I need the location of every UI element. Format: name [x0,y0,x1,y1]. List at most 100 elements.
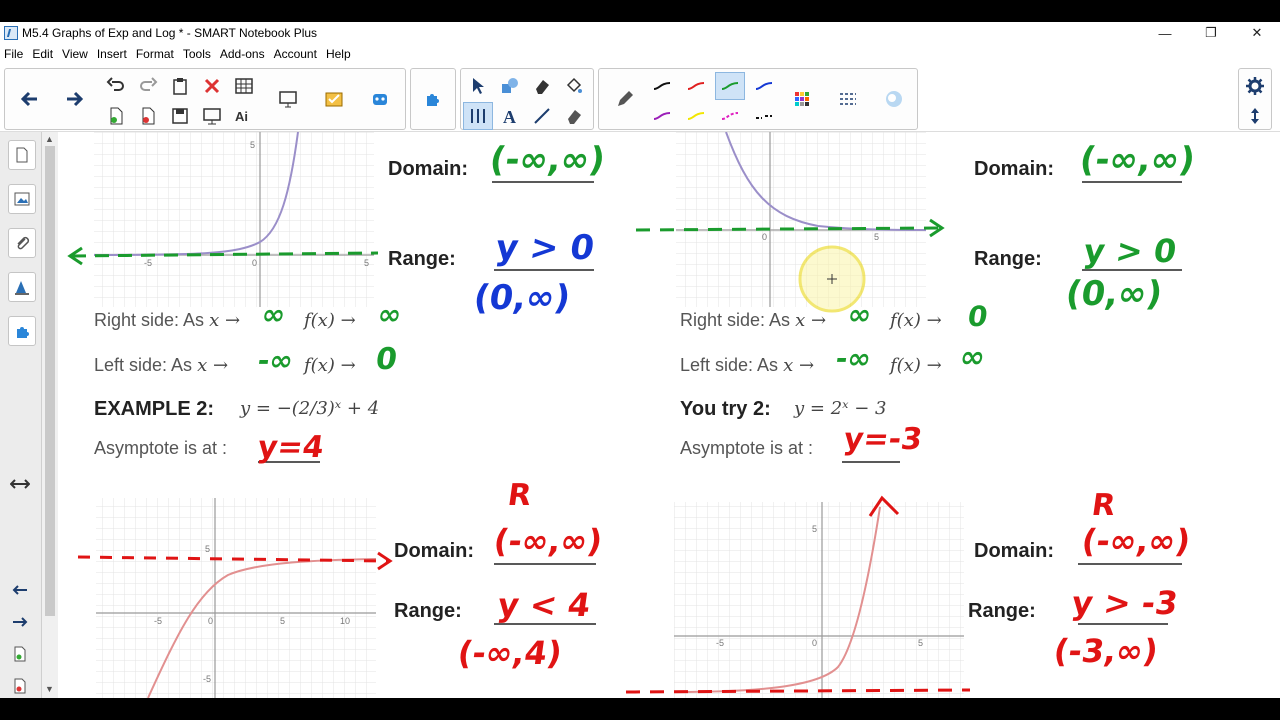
panel-next-button[interactable] [8,612,32,632]
pen-stroke-icon [755,82,773,90]
toolbar-position-button[interactable] [1240,102,1270,130]
tick-label: -5 [716,638,725,648]
fill-effects-button[interactable] [877,85,911,113]
eraser-tool-top[interactable] [527,72,557,100]
pen-swatch-button[interactable] [647,102,677,130]
pen-swatch-button[interactable] [647,72,677,100]
settings-button[interactable] [1240,72,1270,100]
undo-button[interactable] [101,72,131,100]
shapes-tool[interactable] [495,72,525,100]
restore-button[interactable]: ❐ [1188,22,1234,44]
text-recognition-button[interactable]: Ai [229,102,259,130]
scroll-thumb[interactable] [45,146,55,616]
menu-account[interactable]: Account [274,47,317,61]
up-down-arrows-icon [1251,108,1259,124]
clipboard-icon [173,78,187,95]
activity-builder-button[interactable] [365,85,395,113]
smart-notebook-window: M5.4 Graphs of Exp and Log * - SMART Not… [0,0,1280,720]
page-sorter-tab[interactable] [8,140,36,170]
gallery-icon [14,192,30,206]
paste-button[interactable] [165,72,195,100]
panel-add-page-button[interactable] [8,644,32,664]
eraser-icon [536,80,549,94]
resize-panel-button[interactable] [8,474,32,494]
pen-swatch-button[interactable] [715,102,745,130]
pen-tool[interactable] [607,85,643,113]
properties-tab[interactable] [8,272,36,302]
tick-label: 5 [364,258,370,268]
right-f-limit-ink: ∞ [375,298,404,331]
svg-text:A: A [503,107,516,126]
table-button[interactable] [229,72,259,100]
range-label: Range: [388,248,456,270]
text-a-icon: A [503,107,516,126]
graph-top-right [635,132,945,313]
gallery-tab[interactable] [8,184,36,214]
fx-text-right: f(x) → [890,355,942,376]
text-tool[interactable]: A [495,102,525,130]
notebook-page[interactable]: 5 -5 0 5 0 5 5 -5 0 5 10 -5 5 -5 0 5 Dom… [58,132,1280,698]
next-page-button[interactable] [57,85,91,113]
scroll-down-icon[interactable]: ▼ [45,684,54,694]
new-page-button[interactable] [101,102,131,130]
menu-format[interactable]: Format [136,47,174,61]
pen-swatch-button[interactable] [681,102,711,130]
menu-edit[interactable]: Edit [32,47,53,61]
pen-swatch-button[interactable] [749,72,779,100]
table-icon [235,78,253,94]
vertical-scrollbar[interactable]: ▲ ▼ [42,132,58,698]
screen-shade-button[interactable] [197,102,227,130]
delete-page-button[interactable] [133,102,163,130]
menu-tools[interactable]: Tools [183,47,211,61]
tick-label: 5 [918,638,924,648]
measurement-tool[interactable] [463,102,493,130]
tick-label: 0 [762,232,768,242]
panel-delete-page-button[interactable] [8,676,32,696]
close-button[interactable]: ✕ [1234,22,1280,44]
menu-addons[interactable]: Add-ons [220,47,265,61]
example2-equation: y = −(2/3)ˣ + 4 [240,398,380,419]
tick-label: -5 [144,258,153,268]
panel-prev-button[interactable] [8,580,32,600]
toolbar-group-pens [598,68,918,130]
pen-swatch-button[interactable] [749,102,779,130]
fill-tool[interactable] [559,72,589,100]
tick-label: -5 [154,616,163,626]
letterbox-top [0,0,1280,22]
redo-button[interactable] [133,72,163,100]
toolbar: Ai A [0,64,1280,132]
left-side-text: Left side: As x → [94,355,229,376]
toolbar-group-addons [410,68,456,130]
puzzle-small-icon [17,327,29,338]
eraser-tool[interactable] [559,102,589,130]
minimize-button[interactable]: — [1142,22,1188,44]
pen-stroke-icon [653,82,671,90]
domain-answer-ink: (-∞,∞) [487,140,608,180]
graph-bottom-right [625,495,971,698]
pen-swatch-button[interactable] [715,72,745,100]
pen-swatch-button[interactable] [681,72,711,100]
menu-view[interactable]: View [62,47,88,61]
tick-label: 5 [205,544,211,554]
menu-help[interactable]: Help [326,47,351,61]
right-x-limit-right-ink: ∞ [845,298,874,331]
save-button[interactable] [165,102,195,130]
select-tool[interactable] [463,72,493,100]
line-tool[interactable] [527,102,557,130]
scroll-up-icon[interactable]: ▲ [45,134,54,144]
menu-insert[interactable]: Insert [97,47,127,61]
delete-button[interactable] [197,72,227,100]
attachments-tab[interactable] [8,228,36,258]
fx-text: f(x) → [304,310,356,331]
display-button[interactable] [273,85,303,113]
pen-color-palette-button[interactable] [785,85,819,113]
delete-x-icon [204,78,220,94]
response-button[interactable] [319,85,349,113]
addons-button[interactable] [418,85,448,113]
menu-file[interactable]: File [4,47,23,61]
previous-page-button[interactable] [13,85,47,113]
cloud-icon [886,91,902,107]
domain-label: Domain: [388,158,468,180]
addons-tab[interactable] [8,316,36,346]
line-style-button[interactable] [831,85,865,113]
